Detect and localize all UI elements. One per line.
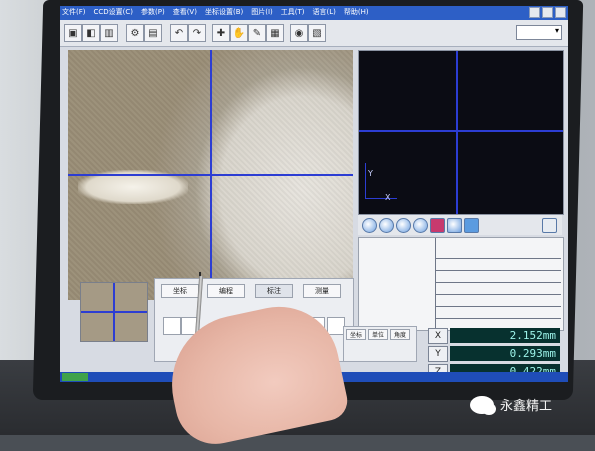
list-divider (436, 258, 561, 259)
coordinate-graph[interactable]: Y X (358, 50, 564, 215)
settings-icon[interactable]: ⚙ (126, 24, 144, 42)
menu-list: 文件(F) CCD设置(C) 参数(P) 查看(V) 坐标设置(B) 图片(I)… (62, 7, 369, 17)
thumbnail-view[interactable] (80, 282, 148, 342)
x-value: 2.152mm (450, 328, 560, 343)
crosshair-icon[interactable]: ✚ (212, 24, 230, 42)
export-icon[interactable] (542, 218, 557, 233)
tool-button[interactable] (163, 317, 181, 335)
y-value: 0.293mm (450, 346, 560, 361)
list-column-divider (435, 238, 436, 330)
list-divider (436, 294, 561, 295)
maximize-button[interactable] (542, 7, 553, 18)
chart-icon[interactable]: ▥ (100, 24, 118, 42)
menu-ccd[interactable]: CCD设置(C) (94, 7, 134, 17)
tab-programming[interactable]: 编程 (207, 284, 245, 298)
menu-coords[interactable]: 坐标设置(B) (205, 7, 243, 17)
menu-help[interactable]: 帮助(H) (344, 7, 369, 17)
graph-toolbar (358, 215, 562, 235)
panel-icon[interactable]: ▤ (144, 24, 162, 42)
tab-coordinates[interactable]: 坐标 (161, 284, 199, 298)
color-icon[interactable] (430, 218, 445, 233)
zoom-select[interactable] (516, 25, 562, 40)
start-button[interactable] (62, 373, 88, 381)
minimize-button[interactable] (529, 7, 540, 18)
graph-axis-vertical (456, 51, 458, 214)
origin-axis-x (365, 198, 397, 199)
tab-measure[interactable]: 测量 (303, 284, 341, 298)
layer-icon[interactable] (464, 218, 479, 233)
menu-view[interactable]: 查看(V) (173, 7, 197, 17)
undo-icon[interactable]: ↶ (170, 24, 188, 42)
axis-y-label: Y (368, 169, 373, 178)
menu-params[interactable]: 参数(P) (141, 7, 165, 17)
zoom-out-icon[interactable] (396, 218, 411, 233)
unit-panel: 坐标 单位 角度 (343, 326, 417, 362)
wechat-icon (470, 395, 496, 415)
y-axis-label: Y (428, 346, 448, 362)
origin-axis-y (365, 163, 366, 199)
thumb-crosshair-horizontal (81, 311, 147, 313)
tab-annotation[interactable]: 标注 (255, 284, 293, 298)
watermark: 永鑫精工 (470, 395, 553, 415)
coord-label[interactable]: 坐标 (346, 329, 367, 340)
list-divider (436, 270, 561, 271)
list-divider (436, 282, 561, 283)
grid-icon[interactable]: ▦ (266, 24, 284, 42)
toolbar: ▣ ◧ ▥ ⚙ ▤ ↶ ↷ ✚ ✋ ✎ ▦ ◉ ▧ (60, 20, 568, 47)
redo-icon[interactable]: ↷ (188, 24, 206, 42)
camera-icon[interactable]: ◉ (290, 24, 308, 42)
results-list (358, 237, 564, 331)
unit-label[interactable]: 单位 (368, 329, 389, 340)
x-axis-label: X (428, 328, 448, 344)
close-button[interactable] (555, 7, 566, 18)
menu-file[interactable]: 文件(F) (62, 7, 86, 17)
angle-label[interactable]: 角度 (390, 329, 411, 340)
menu-bar: 文件(F) CCD设置(C) 参数(P) 查看(V) 坐标设置(B) 图片(I)… (60, 6, 568, 20)
capture-icon[interactable]: ▣ (64, 24, 82, 42)
zoom-fit-icon[interactable] (413, 218, 428, 233)
list-divider (436, 306, 561, 307)
hand-icon[interactable]: ✋ (230, 24, 248, 42)
list-divider (436, 318, 561, 319)
crosshair-horizontal (68, 174, 353, 176)
menu-image[interactable]: 图片(I) (251, 7, 273, 17)
menu-language[interactable]: 语言(L) (313, 7, 336, 17)
graph-axis-horizontal (359, 130, 563, 132)
axis-x-label: X (385, 193, 391, 202)
pen-icon[interactable]: ✎ (248, 24, 266, 42)
window-icon[interactable]: ◧ (82, 24, 100, 42)
grid-toggle-icon[interactable] (447, 218, 462, 233)
window-controls (529, 7, 566, 18)
zoom-reset-icon[interactable] (362, 218, 377, 233)
image-icon[interactable]: ▧ (308, 24, 326, 42)
camera-view[interactable] (68, 50, 353, 300)
watermark-text: 永鑫精工 (500, 399, 553, 414)
menu-tools[interactable]: 工具(T) (281, 7, 305, 17)
zoom-in-icon[interactable] (379, 218, 394, 233)
